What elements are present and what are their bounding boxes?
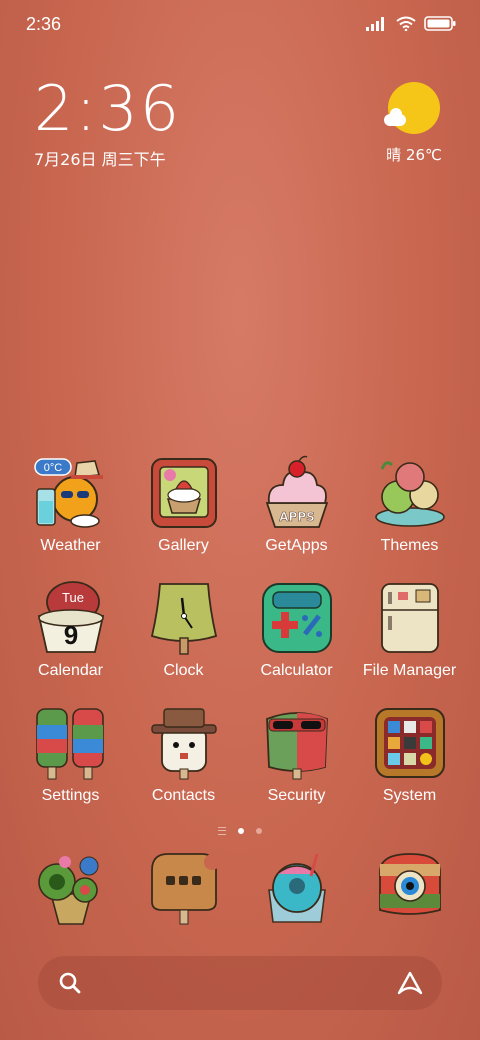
weather-widget[interactable]: 晴 26℃ bbox=[382, 82, 446, 165]
app-weather[interactable]: 0°C Weather bbox=[14, 455, 127, 561]
calculator-icon bbox=[261, 583, 332, 653]
page-dot-active[interactable] bbox=[238, 828, 244, 834]
app-label: Calendar bbox=[38, 662, 103, 679]
cloud-icon bbox=[384, 108, 406, 126]
battery-icon bbox=[424, 16, 456, 31]
app-grid: 0°C Weather Gallery APPS GetApps Themes … bbox=[14, 455, 466, 811]
file-manager-icon bbox=[380, 583, 439, 653]
app-label: Security bbox=[267, 787, 326, 804]
app-themes[interactable]: Themes bbox=[353, 455, 466, 561]
weather-text: 晴 26℃ bbox=[386, 146, 442, 164]
feed-page-indicator[interactable] bbox=[218, 827, 226, 835]
app-label: Contacts bbox=[151, 787, 216, 804]
getapps-icon: APPS bbox=[265, 455, 328, 528]
clock-icon bbox=[150, 583, 217, 655]
signal-icon bbox=[366, 16, 384, 31]
app-settings[interactable]: Settings bbox=[14, 705, 127, 811]
camera-icon bbox=[378, 853, 441, 915]
calendar-day: Tue bbox=[62, 590, 84, 605]
dock-camera[interactable] bbox=[353, 850, 466, 940]
calendar-date: 9 bbox=[63, 620, 77, 650]
page-dot[interactable] bbox=[256, 828, 262, 834]
security-icon bbox=[265, 712, 328, 780]
phone-icon bbox=[37, 856, 98, 925]
clock-time: 2:36 bbox=[34, 72, 182, 145]
gallery-icon bbox=[150, 458, 217, 528]
status-bar: 2:36 bbox=[0, 0, 480, 50]
calendar-icon: Tue 9 bbox=[37, 581, 104, 653]
app-label: System bbox=[382, 787, 437, 804]
app-file-manager[interactable]: File Manager bbox=[353, 580, 466, 686]
dock bbox=[14, 850, 466, 940]
app-label: Calculator bbox=[260, 662, 333, 679]
app-label: Clock bbox=[163, 662, 204, 679]
app-label: Settings bbox=[41, 787, 100, 804]
settings-icon bbox=[35, 708, 104, 780]
dock-messages[interactable] bbox=[127, 850, 240, 940]
search-bar[interactable] bbox=[38, 956, 442, 1010]
app-label: Themes bbox=[380, 537, 439, 554]
app-getapps[interactable]: APPS GetApps bbox=[240, 455, 353, 561]
sun-icon bbox=[384, 82, 440, 134]
page-indicator[interactable] bbox=[0, 827, 480, 835]
weather-badge: 0°C bbox=[43, 462, 62, 474]
weather-icon: 0°C bbox=[33, 458, 103, 528]
app-security[interactable]: Security bbox=[240, 705, 353, 811]
clock-widget[interactable]: 2:36 7月26日 周三下午 bbox=[34, 76, 181, 170]
status-icons bbox=[366, 16, 456, 31]
app-label: Weather bbox=[40, 537, 101, 554]
clock-date: 7月26日 周三下午 bbox=[34, 150, 166, 169]
app-system[interactable]: System bbox=[353, 705, 466, 811]
getapps-badge: APPS bbox=[279, 510, 315, 524]
app-contacts[interactable]: Contacts bbox=[127, 705, 240, 811]
browser-icon bbox=[267, 853, 326, 923]
contacts-icon bbox=[150, 708, 217, 780]
themes-icon bbox=[374, 461, 445, 527]
wifi-icon bbox=[396, 16, 416, 31]
app-calculator[interactable]: Calculator bbox=[240, 580, 353, 686]
app-label: GetApps bbox=[265, 537, 328, 554]
app-label: File Manager bbox=[362, 662, 457, 679]
search-icon[interactable] bbox=[58, 971, 82, 995]
app-label: Gallery bbox=[158, 537, 209, 554]
status-time: 2:36 bbox=[26, 14, 62, 34]
app-calendar[interactable]: Tue 9 Calendar bbox=[14, 580, 127, 686]
dock-phone[interactable] bbox=[14, 850, 127, 940]
dock-browser[interactable] bbox=[240, 850, 353, 940]
system-icon bbox=[374, 708, 445, 778]
app-clock[interactable]: Clock bbox=[127, 580, 240, 686]
messages-icon bbox=[150, 853, 220, 925]
app-gallery[interactable]: Gallery bbox=[127, 455, 240, 561]
assistant-icon[interactable] bbox=[396, 970, 424, 996]
